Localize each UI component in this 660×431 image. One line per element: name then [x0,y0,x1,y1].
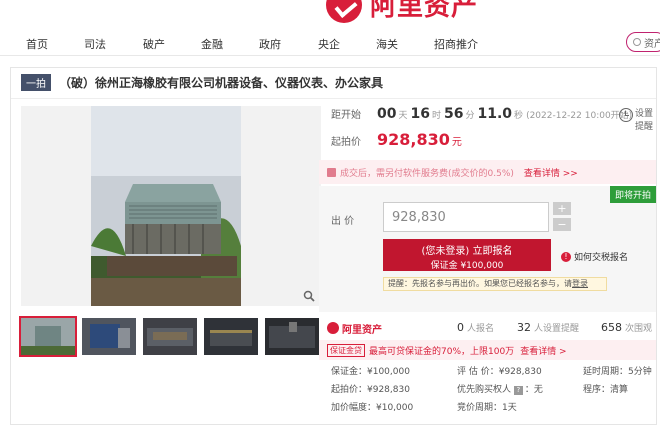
logo-icon [327,322,339,334]
info-priority-buyer: 优先购买权人 ? ：无 [457,385,543,395]
fee-details-link[interactable]: 查看详情 >> [524,166,578,179]
start-price: 起拍价 928,830 元 [331,130,462,149]
thumbnail-4[interactable] [204,318,258,355]
search-input[interactable]: 资产 [626,32,660,52]
nav-item-customs[interactable]: 海关 [376,36,398,52]
nav-item-government[interactable]: 政府 [259,36,281,52]
countdown: 距开始 00 天 16 时 56 分 11.0 秒 (2022-12-22 10:00开… [331,106,633,122]
logo-icon [326,0,362,23]
increase-button[interactable]: + [553,202,571,215]
login-link[interactable]: 登录 [572,279,588,288]
main-nav: 首页 司法 破产 金融 政府 央企 海关 招商推介 资产 [0,28,660,56]
info-valuation: 评 估 价：¥928,830 [457,367,542,377]
auction-card: 一拍 （破）徐州正海橡胶有限公司机器设备、仪器仪表、办公家具 距开始 00 天 … [10,67,657,425]
decrease-button[interactable]: − [553,218,571,231]
reminder-count: 32 人设置提醒 [517,321,580,334]
nav-item-bankruptcy[interactable]: 破产 [143,36,165,52]
info-bid-period: 竞价周期：1天 [457,403,517,413]
login-hint: 提醒：先报名参与再出价。如果您已经报名参与，请登录 [383,277,607,291]
info-delay-period: 延时周期：5分钟 [583,367,652,377]
info-increment: 加价幅度：¥10,000 [331,403,414,413]
nav-item-finance[interactable]: 金融 [201,36,223,52]
search-icon [633,38,641,46]
logo-text: 阿里资产 [370,0,479,22]
brand-logo[interactable]: 阿里资产 [326,0,478,23]
thumbnail-5[interactable] [265,318,319,355]
thumbnail-strip [19,316,326,357]
cooling-tower-photo [91,106,241,306]
alarm-clock-icon [619,108,633,122]
signup-count: 0 人报名 [457,321,495,334]
thumbnail-1[interactable] [19,316,77,357]
title-row: 一拍 （破）徐州正海橡胶有限公司机器设备、仪器仪表、办公家具 [21,74,383,91]
view-count: 658 次围观 [601,321,653,334]
main-image[interactable] [21,106,321,306]
service-fee-notice: 成交后，需另付软件服务费(成交价的0.5%) 查看详情 >> [319,160,656,184]
notice-icon [327,167,336,177]
nav-item-central-enterprise[interactable]: 央企 [318,36,340,52]
set-reminder-button[interactable]: 设置 提醒 [619,106,655,132]
promo-tag: 保证金贷 [327,343,365,357]
thumbnail-2[interactable] [82,318,136,355]
nav-item-judicial[interactable]: 司法 [84,36,106,52]
zoom-icon[interactable] [303,290,315,302]
divider [11,98,656,99]
nav-item-investment[interactable]: 招商推介 [434,36,478,52]
bid-box: 即将开拍 出 价 928,830 + − (您未登录) 立即报名 保证金 ¥10… [319,186,656,312]
stats-bar: 阿里资产 0 人报名 32 人设置提醒 658 次围观 [319,316,656,340]
top-banner: 阿里资产 [0,0,660,28]
signup-button[interactable]: (您未登录) 立即报名 保证金 ¥100,000 [383,239,551,271]
status-badge: 即将开拍 [609,186,656,203]
start-time: (2022-12-22 10:00开始) [526,111,633,121]
deposit-loan-promo[interactable]: 保证金贷 最高可贷保证金的70%，上限100万 查看详情 > [319,340,656,360]
tax-signup-help-link[interactable]: ! 如何交税报名 [561,250,628,263]
info-procedure: 程序：清算 [583,385,629,395]
brand-mini-logo: 阿里资产 [327,321,382,336]
info-deposit: 保证金：¥100,000 [331,367,410,377]
nav-item-home[interactable]: 首页 [26,36,48,52]
thumbnail-3[interactable] [143,318,197,355]
info-icon: ! [561,251,571,262]
bid-amount-input[interactable]: 928,830 [383,202,549,232]
promo-details-link[interactable]: 查看详情 > [520,344,566,357]
start-price-value: 928,830 [377,130,450,149]
help-icon[interactable]: ? [513,386,523,395]
lot-title: （破）徐州正海橡胶有限公司机器设备、仪器仪表、办公家具 [59,76,384,90]
info-start-price: 起拍价：¥928,830 [331,385,410,395]
round-badge: 一拍 [21,74,51,91]
